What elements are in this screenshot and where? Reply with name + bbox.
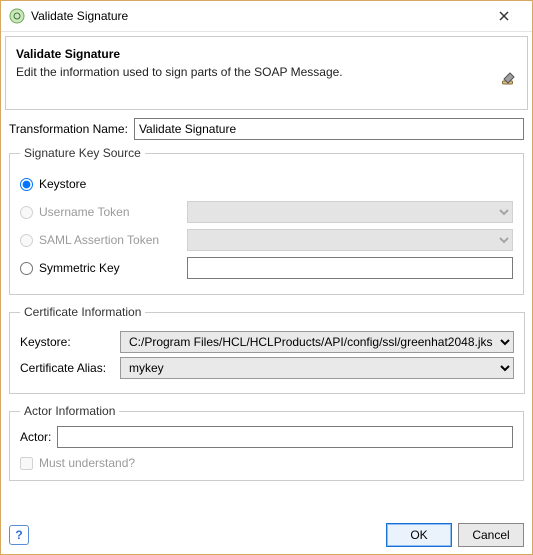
certificate-alias-select[interactable]: mykey <box>120 357 514 379</box>
keystore-path-row: Keystore: C:/Program Files/HCL/HCLProduc… <box>20 331 514 353</box>
keystore-radio-row: Keystore <box>20 172 513 196</box>
keystore-path-select[interactable]: C:/Program Files/HCL/HCLProducts/API/con… <box>120 331 514 353</box>
page-subtitle: Edit the information used to sign parts … <box>16 65 515 79</box>
must-understand-row: Must understand? <box>20 456 513 470</box>
dialog-body: Transformation Name: Signature Key Sourc… <box>1 110 532 516</box>
keystore-radio[interactable] <box>20 178 33 191</box>
symmetric-key-radio[interactable] <box>20 262 33 275</box>
header-panel: Validate Signature Edit the information … <box>5 36 528 110</box>
certificate-information-legend: Certificate Information <box>20 305 145 319</box>
certificate-information-group: Certificate Information Keystore: C:/Pro… <box>9 305 525 394</box>
username-token-radio-row: Username Token <box>20 200 513 224</box>
saml-token-radio-row: SAML Assertion Token <box>20 228 513 252</box>
symmetric-key-input[interactable] <box>187 257 513 279</box>
dialog-footer: ? OK Cancel <box>1 516 532 554</box>
certificate-alias-row: Certificate Alias: mykey <box>20 357 514 379</box>
ok-button[interactable]: OK <box>386 523 452 547</box>
certificate-alias-label: Certificate Alias: <box>20 361 120 375</box>
transformation-name-input[interactable] <box>134 118 524 140</box>
close-icon[interactable] <box>484 8 524 24</box>
app-icon <box>9 8 25 24</box>
must-understand-label: Must understand? <box>39 456 135 470</box>
signature-key-source-group: Signature Key Source Keystore Username T… <box>9 146 524 295</box>
window-title: Validate Signature <box>31 9 484 23</box>
actor-information-legend: Actor Information <box>20 404 119 418</box>
help-icon[interactable]: ? <box>9 525 29 545</box>
username-token-radio-label: Username Token <box>39 205 187 219</box>
username-token-radio <box>20 206 33 219</box>
transformation-name-label: Transformation Name: <box>9 122 128 136</box>
keystore-path-label: Keystore: <box>20 335 120 349</box>
transformation-name-row: Transformation Name: <box>9 118 524 140</box>
symmetric-key-radio-label: Symmetric Key <box>39 261 187 275</box>
must-understand-checkbox <box>20 457 33 470</box>
keystore-radio-label: Keystore <box>39 177 187 191</box>
cancel-button[interactable]: Cancel <box>458 523 524 547</box>
saml-token-select <box>187 229 513 251</box>
actor-row: Actor: <box>20 426 513 448</box>
titlebar: Validate Signature <box>1 1 532 32</box>
edit-icon[interactable] <box>501 71 517 87</box>
actor-label: Actor: <box>20 430 51 444</box>
saml-token-radio <box>20 234 33 247</box>
actor-input[interactable] <box>57 426 513 448</box>
page-title: Validate Signature <box>16 47 515 61</box>
username-token-select <box>187 201 513 223</box>
dialog-window: Validate Signature Validate Signature Ed… <box>0 0 533 555</box>
signature-key-source-legend: Signature Key Source <box>20 146 145 160</box>
actor-information-group: Actor Information Actor: Must understand… <box>9 404 524 481</box>
symmetric-key-radio-row: Symmetric Key <box>20 256 513 280</box>
saml-token-radio-label: SAML Assertion Token <box>39 233 187 247</box>
